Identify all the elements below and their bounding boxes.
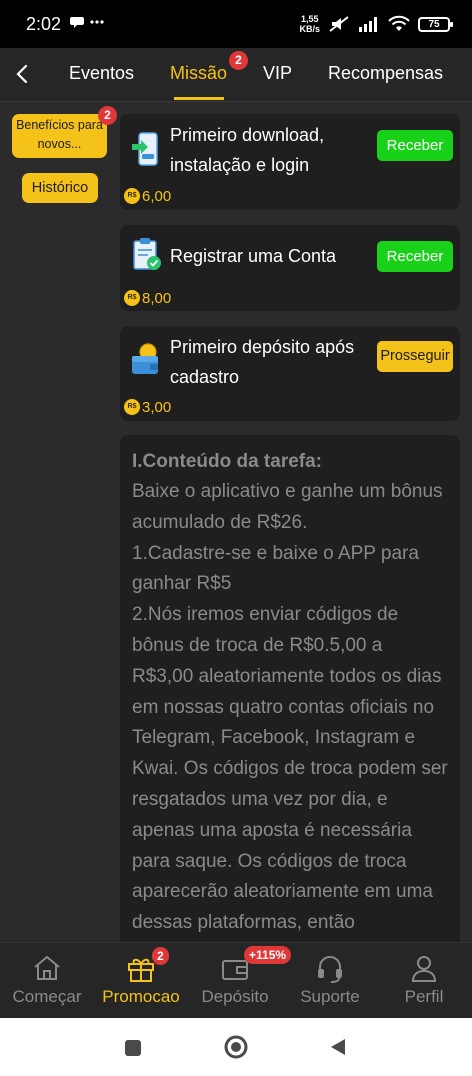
network-speed: 1,55 KB/s [299, 14, 320, 34]
task-card: Registrar uma Conta Receber R$ 8,00 [120, 225, 460, 311]
wifi-icon [388, 15, 410, 31]
history-button[interactable]: Histórico [22, 173, 98, 203]
tab-eventos[interactable]: Eventos [69, 63, 134, 84]
home-button-icon[interactable] [224, 1035, 248, 1059]
sidebar-category-label: Benefícios para novos... [16, 118, 103, 151]
nav-promocao[interactable]: 2 Promocao [94, 943, 188, 1019]
status-right: 1,55 KB/s 75 [299, 12, 453, 36]
tab-recompensas[interactable]: Recompensas [328, 63, 443, 84]
tab-missao[interactable]: Missão [170, 63, 227, 84]
back-button-icon[interactable] [328, 1037, 348, 1057]
task-title: Primeiro download, instalação e login [170, 125, 325, 175]
nav-label: Promocao [102, 987, 180, 1006]
status-time: 2:02 [26, 14, 62, 34]
nav-promocao-badge: 2 [152, 947, 169, 965]
clipboard-check-icon [133, 238, 161, 270]
tab-vip[interactable]: VIP [263, 63, 292, 84]
reward-amount: 8,00 [142, 289, 172, 307]
active-tab-indicator [174, 97, 224, 100]
reward-amount: 3,00 [142, 398, 172, 416]
tab-missao-badge: 2 [229, 51, 248, 70]
back-icon[interactable] [12, 62, 34, 86]
nav-deposito[interactable]: +115% Depósito [188, 943, 292, 1019]
task-description-panel: I.Conteúdo da tarefa: Baixe o aplicativo… [120, 435, 460, 955]
description-title: I.Conteúdo da tarefa: [132, 451, 323, 472]
user-icon [411, 956, 437, 982]
task-card: Primeiro depósito após cadastro Prossegu… [120, 326, 460, 421]
signal-icon [359, 17, 377, 32]
nav-label: Depósito [201, 987, 269, 1006]
nav-comecar[interactable]: Começar [0, 943, 94, 1019]
coin-icon: R$ [124, 188, 140, 204]
coin-icon: R$ [124, 290, 140, 306]
status-bar: 2:02 1,55 KB/s 75 [0, 0, 472, 48]
mute-icon [329, 16, 349, 32]
nav-label: Suporte [300, 987, 360, 1006]
recent-apps-icon[interactable] [124, 1039, 142, 1057]
nav-label: Perfil [404, 987, 444, 1006]
nav-label: Começar [12, 987, 82, 1006]
proceed-button[interactable]: Prosseguir [377, 341, 453, 372]
reward-amount: 6,00 [142, 187, 172, 205]
chat-icon [70, 17, 104, 28]
receive-button[interactable]: Receber [377, 130, 453, 161]
nav-perfil[interactable]: Perfil [377, 943, 471, 1019]
home-icon [34, 955, 60, 980]
task-reward: R$ 3,00 [124, 398, 171, 416]
description-body: Baixe o aplicativo e ganhe um bônus acum… [132, 481, 448, 934]
notification-icons [70, 14, 110, 35]
battery-indicator: 75 [418, 16, 453, 32]
system-navigation-bar [0, 1018, 472, 1076]
receive-button[interactable]: Receber [377, 241, 453, 272]
coin-icon: R$ [124, 399, 140, 415]
phone-download-icon [132, 132, 158, 166]
task-title: Primeiro depósito após cadastro [170, 337, 355, 387]
task-title: Registrar uma Conta [170, 246, 337, 266]
nav-suporte[interactable]: Suporte [283, 943, 377, 1019]
history-label: Histórico [31, 180, 89, 196]
headset-icon [318, 956, 342, 983]
task-reward: R$ 6,00 [124, 187, 171, 205]
wallet-coin-icon [132, 343, 158, 374]
sidebar-category-badge: 2 [98, 106, 117, 125]
sidebar-category-button[interactable]: Benefícios para novos... [12, 114, 107, 158]
top-tab-bar: Eventos Missão 2 VIP Recompensas [0, 48, 472, 102]
task-card: Primeiro download, instalação e login Re… [120, 114, 460, 210]
task-reward: R$ 8,00 [124, 289, 171, 307]
bottom-navigation: Começar 2 Promocao +115% Depósito Suport… [0, 942, 472, 1018]
